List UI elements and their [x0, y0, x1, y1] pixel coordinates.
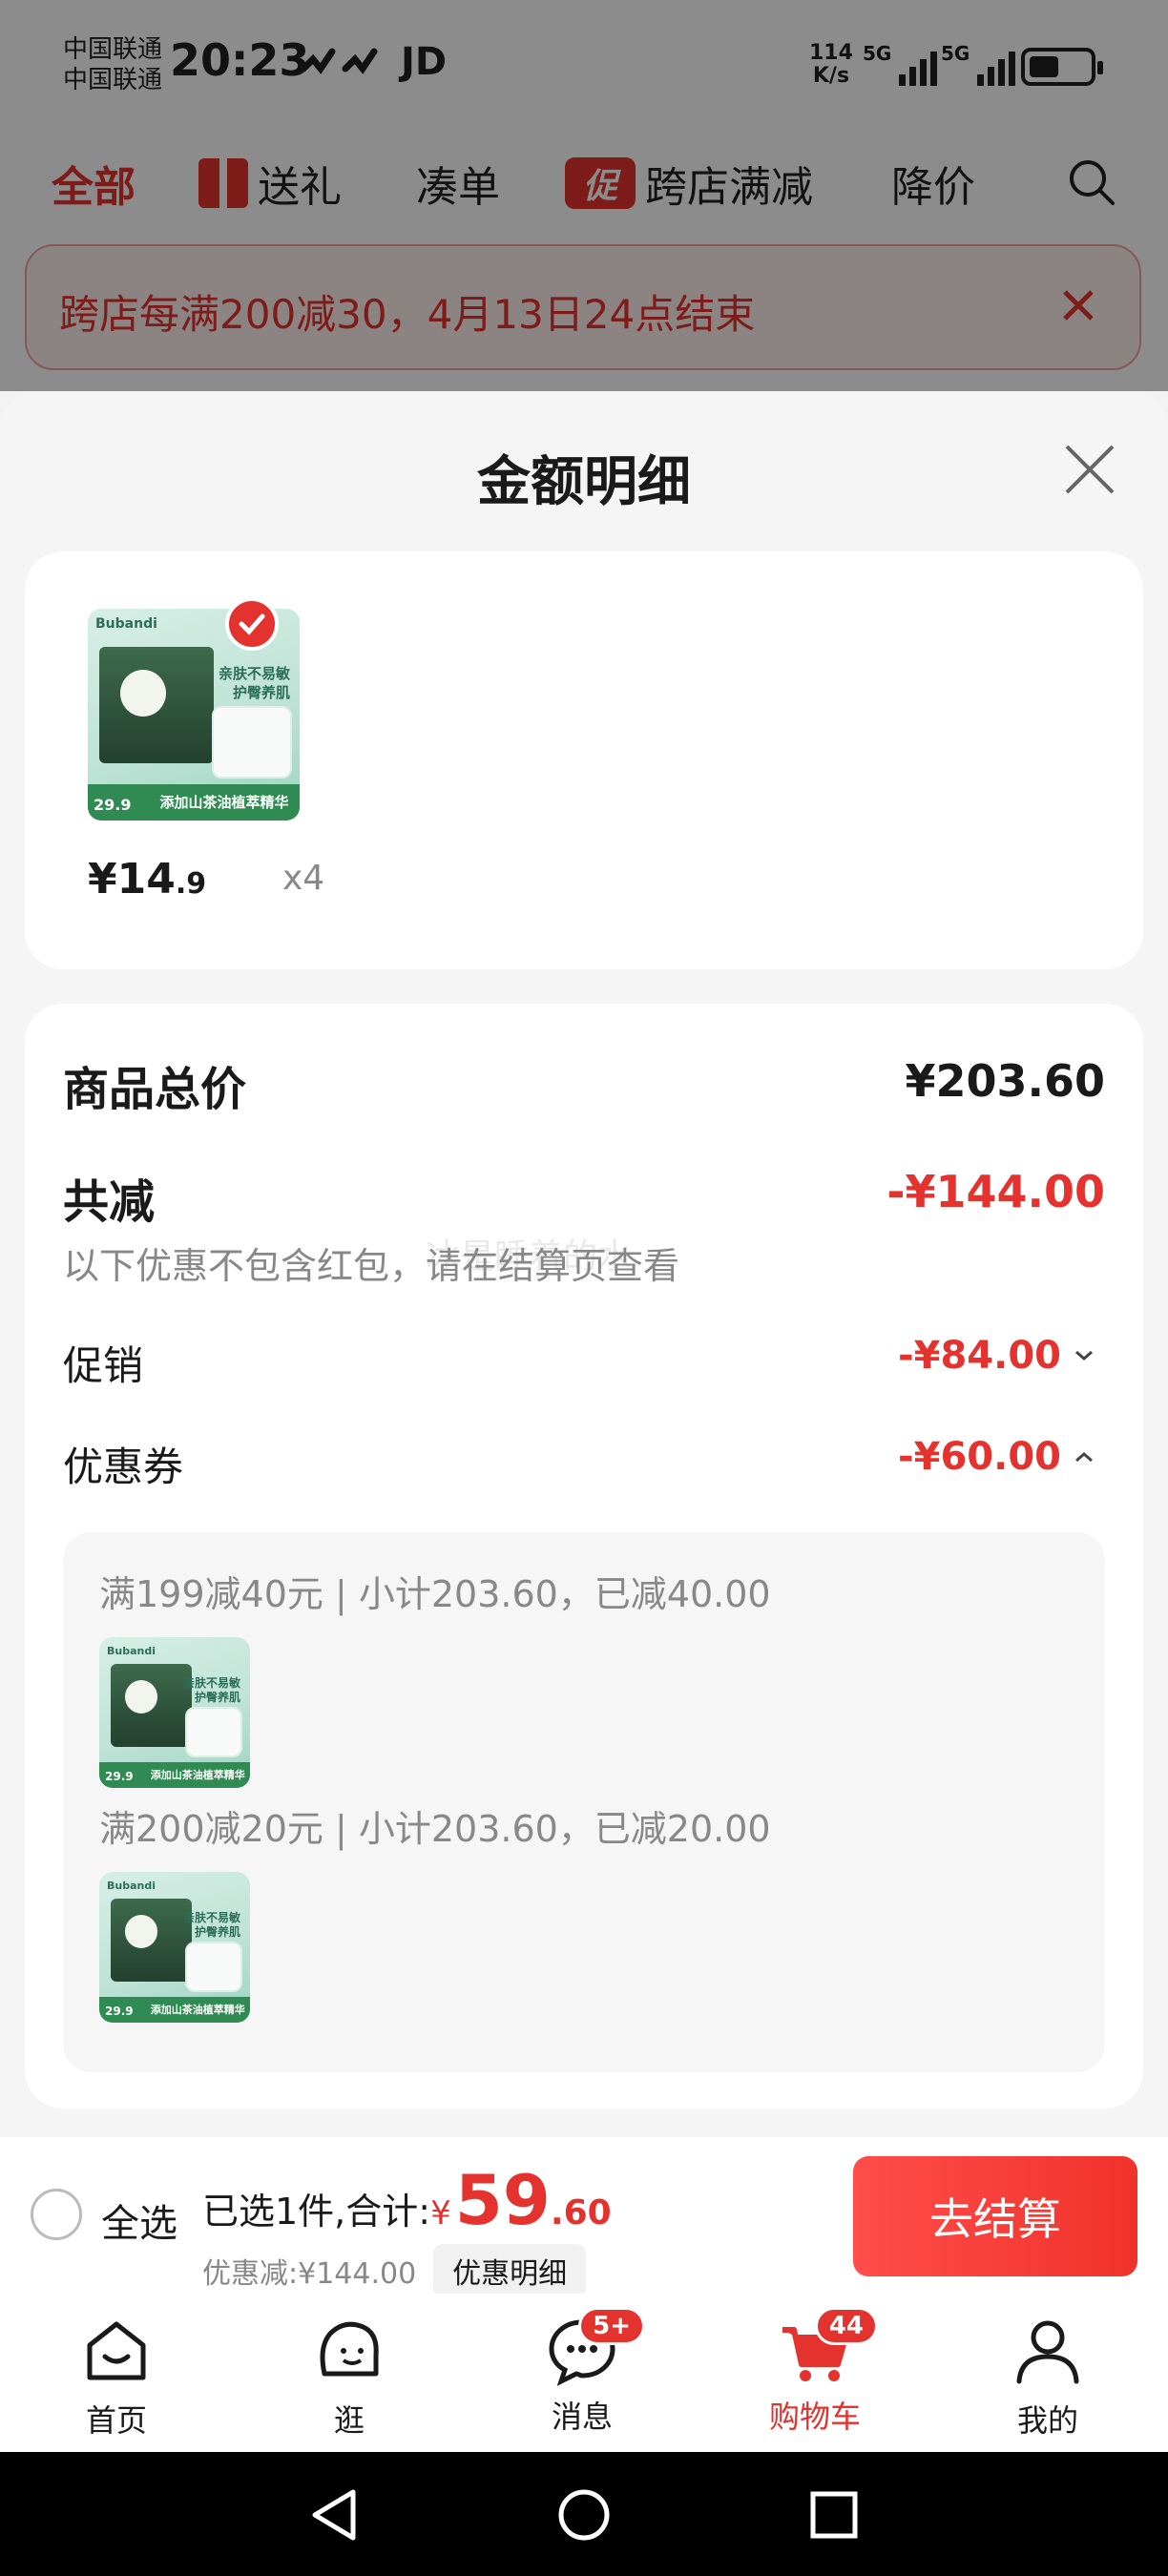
thumb-tag: 亲肤不易敏 护臀养肌	[183, 1676, 240, 1705]
coupon-line-1: 满199减40元 | 小计203.60，已减40.00	[99, 1573, 771, 1615]
thumb-price: 29.9	[105, 1770, 134, 1784]
thumb-price: 29.9	[94, 796, 132, 815]
coupon-line-2: 满200减20元 | 小计203.60，已减20.00	[99, 1808, 771, 1850]
tabbar-cart[interactable]: 44 购物车	[739, 2307, 891, 2437]
coupon-label: 优惠券	[63, 1444, 184, 1490]
thumb-brand: Bubandi	[107, 1645, 156, 1657]
thumb-tag-2: 护臀养肌	[232, 683, 290, 701]
thumb-tag-1: 亲肤不易敏	[182, 1911, 240, 1925]
messages-badge: 5+	[578, 2307, 645, 2345]
total-dec: .60	[550, 2193, 612, 2233]
chevron-up-icon	[1075, 1452, 1093, 1463]
discount-value: -¥144.00	[886, 1166, 1105, 1217]
close-icon[interactable]	[1061, 441, 1118, 498]
total-currency: ¥	[430, 2194, 451, 2233]
thumb-tag: 亲肤不易敏 护臀养肌	[219, 664, 290, 702]
home-icon	[87, 2321, 146, 2380]
coupon-product-thumbnail[interactable]: Bubandi 亲肤不易敏 护臀养肌 29.9 添加山茶油植萃精华	[99, 1637, 250, 1788]
tabbar-home[interactable]: 首页	[40, 2313, 193, 2441]
total-int: 59	[454, 2160, 551, 2240]
thumb-strip-text: 添加山茶油植萃精华	[150, 1768, 245, 1781]
thumb-tag-2: 护臀养肌	[194, 1925, 240, 1940]
browse-icon	[320, 2321, 379, 2377]
tabbar-me[interactable]: 我的	[971, 2313, 1124, 2441]
total-label: 商品总价	[63, 1063, 247, 1116]
home-circle-icon[interactable]	[555, 2486, 613, 2544]
promo-value: -¥84.00	[898, 1334, 1061, 1378]
tabbar-messages[interactable]: 5+ 消息	[506, 2307, 658, 2437]
modal-backdrop[interactable]	[0, 0, 1168, 391]
thumb-tag: 亲肤不易敏 护臀养肌	[183, 1911, 240, 1940]
total-value: ¥203.60	[905, 1055, 1105, 1107]
thumb-brand: Bubandi	[107, 1880, 156, 1892]
cart-badge: 44	[814, 2307, 878, 2345]
select-all-radio[interactable]	[31, 2189, 82, 2240]
discount-label: 共减	[63, 1175, 156, 1229]
bottom-tabbar: 首页 逛 5+ 消息 44 购物车 我的	[0, 2294, 1168, 2452]
discount-detail-button[interactable]: 优惠明细	[433, 2244, 587, 2297]
system-nav-bar	[0, 2452, 1168, 2576]
back-icon[interactable]	[307, 2486, 361, 2544]
recents-icon[interactable]	[807, 2488, 861, 2542]
promo-label: 促销	[63, 1342, 144, 1389]
thumb-tag-1: 亲肤不易敏	[182, 1676, 240, 1691]
coupon-product-thumbnail[interactable]: Bubandi 亲肤不易敏 护臀养肌 29.9 添加山茶油植萃精华	[99, 1872, 250, 2023]
unit-price-dec: .9	[175, 867, 207, 901]
amount-detail-sheet: 金额明细 Bubandi 亲肤不易敏 护臀养肌 29.9 添加山茶油植萃精华 ¥1…	[0, 391, 1168, 2137]
chevron-down-icon	[1075, 1350, 1093, 1361]
product-card: Bubandi 亲肤不易敏 护臀养肌 29.9 添加山茶油植萃精华 ¥14.9 x…	[25, 551, 1143, 969]
coupon-detail-box: 满199减40元 | 小计203.60，已减40.00 Bubandi 亲肤不易…	[63, 1532, 1105, 2072]
promo-row-toggle[interactable]: -¥84.00	[898, 1334, 1095, 1378]
tabbar-cart-label: 购物车	[768, 2399, 861, 2435]
thumb-tag-2: 护臀养肌	[194, 1691, 240, 1705]
check-icon	[225, 597, 279, 651]
tabbar-me-label: 我的	[1016, 2402, 1078, 2439]
tabbar-home-label: 首页	[85, 2402, 147, 2439]
unit-price: ¥14.9	[88, 855, 206, 904]
summary-card: 商品总价 ¥203.60 共减 -¥144.00 冰是睡着的水 以下优惠不包含红…	[25, 1004, 1143, 2109]
checkout-bar: 全选 已选1件,合计: ¥ 59 .60 优惠减:¥144.00 优惠明细 去结…	[0, 2137, 1168, 2297]
thumb-price: 29.9	[105, 2005, 134, 2019]
user-icon	[1016, 2320, 1079, 2384]
messages-icon-wrap: 5+	[544, 2307, 645, 2389]
thumb-tag-1: 亲肤不易敏	[218, 664, 290, 682]
selected-summary: 已选1件,合计: ¥ 59 .60	[202, 2160, 612, 2240]
quantity: x4	[282, 859, 325, 898]
tabbar-browse[interactable]: 逛	[273, 2313, 426, 2441]
checkout-button[interactable]: 去结算	[853, 2156, 1137, 2276]
discount-line: 优惠减:¥144.00 优惠明细	[202, 2244, 587, 2297]
select-all-label[interactable]: 全选	[101, 2192, 177, 2248]
discount-note: 以下优惠不包含红包，请在结算页查看	[63, 1245, 680, 1287]
sheet-title: 金额明细	[477, 451, 691, 513]
selected-text: 已选1件,合计:	[202, 2191, 431, 2233]
thumb-brand: Bubandi	[95, 616, 157, 632]
coupon-value: -¥60.00	[898, 1435, 1061, 1479]
tabbar-messages-label: 消息	[551, 2399, 613, 2435]
thumb-strip-text: 添加山茶油植萃精华	[159, 794, 289, 812]
tabbar-browse-label: 逛	[333, 2402, 365, 2439]
unit-price-int: ¥14	[88, 855, 176, 904]
cart-icon-wrap: 44	[777, 2307, 878, 2389]
discount-text: 优惠减:¥144.00	[202, 2257, 417, 2291]
coupon-row-toggle[interactable]: -¥60.00	[898, 1435, 1095, 1479]
thumb-strip-text: 添加山茶油植萃精华	[150, 2003, 245, 2016]
